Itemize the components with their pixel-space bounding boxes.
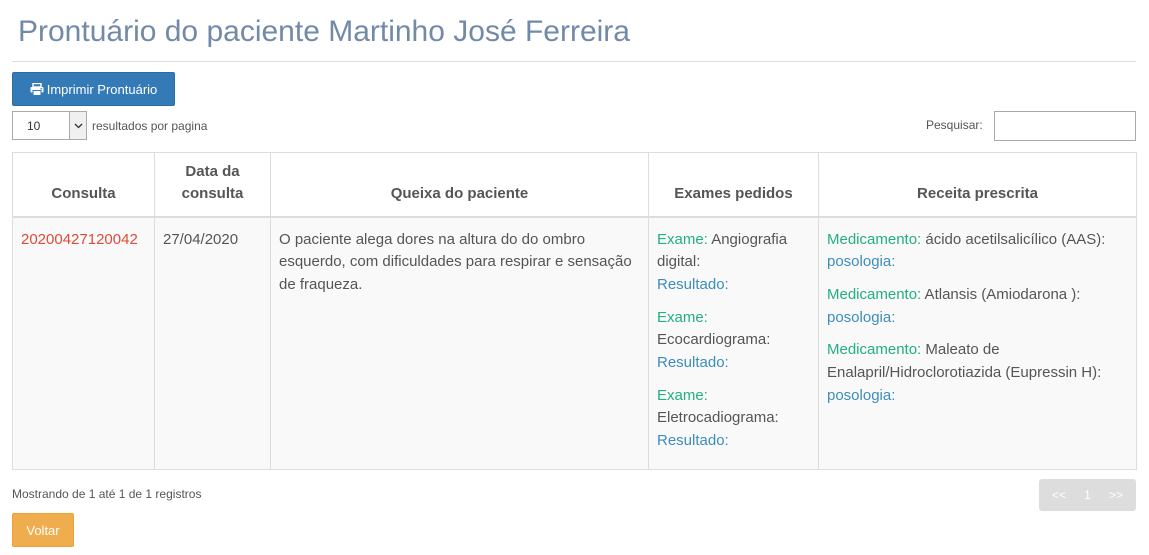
column-header-consulta[interactable]: Consulta	[12, 152, 155, 218]
chevron-down-icon[interactable]	[69, 112, 86, 139]
prescription-item: Medicamento: ácido acetilsalicílico (AAS…	[827, 229, 1128, 274]
cell-queixa: O paciente alega dores na altura do do o…	[270, 216, 649, 470]
medication-label: Medicamento:	[827, 230, 922, 248]
printer-icon	[30, 82, 44, 96]
pagination-prev-button[interactable]: <<	[1052, 488, 1066, 502]
page-length-label: resultados por pagina	[92, 118, 208, 133]
exam-item: Exame: Eletrocadiograma: Resultado:	[657, 385, 810, 453]
page-length-control: 10 resultados por pagina	[12, 111, 207, 140]
pagination-page-1[interactable]: 1	[1084, 488, 1091, 502]
exam-label: Exame:	[657, 308, 708, 326]
search-label: Pesquisar:	[926, 118, 983, 132]
page-title: Prontuário do paciente Martinho José Fer…	[18, 15, 630, 48]
exam-result-label: Resultado:	[657, 354, 729, 372]
exam-result-label: Resultado:	[657, 275, 729, 293]
medication-label: Medicamento:	[827, 341, 922, 359]
records-table: Consulta Data da consulta Queixa do paci…	[12, 152, 1137, 470]
consulta-link[interactable]: 20200427120042	[21, 231, 138, 248]
cell-exames: Exame: Angiografia digital: Resultado: E…	[648, 216, 819, 470]
exam-item: Exame: Angiografia digital: Resultado:	[657, 229, 810, 297]
pagination: << 1 >>	[1039, 479, 1136, 511]
medication-name: ácido acetilsalicílico (AAS):	[921, 230, 1106, 248]
page-length-select[interactable]: 10	[12, 111, 87, 140]
search-input[interactable]	[994, 111, 1136, 141]
dosage-label: posologia:	[827, 308, 896, 326]
column-header-exames[interactable]: Exames pedidos	[648, 152, 819, 218]
pagination-next-button[interactable]: >>	[1109, 488, 1123, 502]
medication-label: Medicamento:	[827, 285, 922, 303]
cell-receitas: Medicamento: ácido acetilsalicílico (AAS…	[818, 216, 1137, 470]
exam-label: Exame:	[657, 386, 708, 404]
page-length-value: 10	[27, 119, 41, 133]
medication-name: Atlansis (Amiodarona ):	[921, 285, 1081, 303]
table-header-row: Consulta Data da consulta Queixa do paci…	[12, 152, 1137, 218]
dosage-label: posologia:	[827, 253, 896, 271]
dosage-label: posologia:	[827, 386, 896, 404]
back-button[interactable]: Voltar	[12, 513, 74, 547]
column-header-data[interactable]: Data da consulta	[154, 152, 271, 218]
exam-name: Ecocardiograma:	[657, 331, 771, 349]
table-row: 20200427120042 27/04/2020 O paciente ale…	[12, 216, 1137, 470]
exam-label: Exame:	[657, 230, 708, 248]
column-header-queixa[interactable]: Queixa do paciente	[270, 152, 649, 218]
exam-result-label: Resultado:	[657, 432, 729, 450]
table-info: Mostrando de 1 até 1 de 1 registros	[12, 487, 202, 501]
cell-data: 27/04/2020	[154, 216, 271, 470]
print-record-label: Imprimir Prontuário	[46, 81, 158, 97]
exam-item: Exame: Ecocardiograma: Resultado:	[657, 307, 810, 375]
title-divider	[12, 61, 1136, 62]
prescription-item: Medicamento: Atlansis (Amiodarona ): pos…	[827, 284, 1128, 329]
column-header-receita[interactable]: Receita prescrita	[818, 152, 1137, 218]
exam-name: Eletrocadiograma:	[657, 409, 779, 427]
cell-consulta: 20200427120042	[12, 216, 155, 470]
prescription-item: Medicamento: Maleato de Enalapril/Hidroc…	[827, 339, 1128, 407]
print-record-button[interactable]: Imprimir Prontuário	[12, 72, 175, 106]
